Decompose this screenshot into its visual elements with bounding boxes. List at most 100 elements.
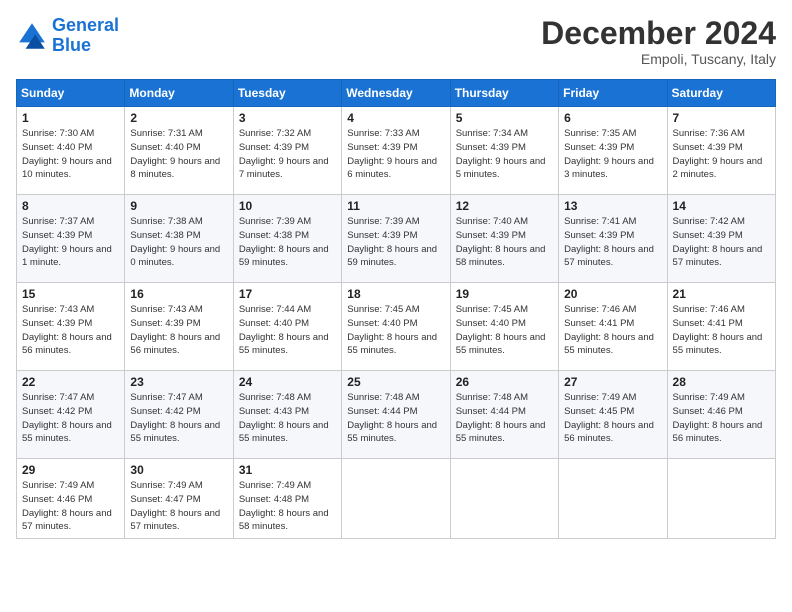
logo-text: General Blue — [52, 16, 119, 56]
calendar-day-cell: 2Sunrise: 7:31 AMSunset: 4:40 PMDaylight… — [125, 107, 233, 195]
weekday-header: Tuesday — [233, 80, 341, 107]
day-info: Sunrise: 7:39 AMSunset: 4:38 PMDaylight:… — [239, 215, 336, 270]
calendar-day-cell: 26 Sunrise: 7:48 AMSunset: 4:44 PMDayligh… — [450, 371, 558, 459]
day-number: 12 — [456, 199, 553, 213]
calendar-day-cell: 24 Sunrise: 7:48 AMSunset: 4:43 PMDayligh… — [233, 371, 341, 459]
calendar-day-cell: 9 Sunrise: 7:38 AMSunset: 4:38 PMDaylight… — [125, 195, 233, 283]
day-info: Sunrise: 7:49 AMSunset: 4:45 PMDaylight:… — [564, 391, 661, 446]
calendar-week-row: 1 Sunrise: 7:30 AMSunset: 4:40 PMDaylight… — [17, 107, 776, 195]
day-number: 27 — [564, 375, 661, 389]
calendar-day-cell: 14 Sunrise: 7:42 AMSunset: 4:39 PMDayligh… — [667, 195, 775, 283]
day-info: Sunrise: 7:48 AMSunset: 4:44 PMDaylight:… — [456, 391, 553, 446]
calendar-day-cell: 3Sunrise: 7:32 AMSunset: 4:39 PMDaylight… — [233, 107, 341, 195]
day-info: Sunrise: 7:49 AMSunset: 4:46 PMDaylight:… — [22, 479, 119, 534]
logo-line2: Blue — [52, 35, 91, 55]
calendar-day-cell: 13 Sunrise: 7:41 AMSunset: 4:39 PMDayligh… — [559, 195, 667, 283]
day-number: 17 — [239, 287, 336, 301]
day-info: Sunrise: 7:43 AMSunset: 4:39 PMDaylight:… — [130, 303, 227, 358]
day-number: 18 — [347, 287, 444, 301]
day-number: 16 — [130, 287, 227, 301]
calendar-day-cell — [559, 459, 667, 539]
day-info: Sunrise: 7:46 AMSunset: 4:41 PMDaylight:… — [564, 303, 661, 358]
day-number: 13 — [564, 199, 661, 213]
day-info: Sunrise: 7:49 AMSunset: 4:48 PMDaylight:… — [239, 479, 336, 534]
calendar-table: SundayMondayTuesdayWednesdayThursdayFrid… — [16, 79, 776, 539]
calendar-day-cell: 10 Sunrise: 7:39 AMSunset: 4:38 PMDayligh… — [233, 195, 341, 283]
day-info: Sunrise: 7:48 AMSunset: 4:44 PMDaylight:… — [347, 391, 444, 446]
day-number: 14 — [673, 199, 770, 213]
calendar-day-cell: 17 Sunrise: 7:44 AMSunset: 4:40 PMDayligh… — [233, 283, 341, 371]
day-number: 28 — [673, 375, 770, 389]
title-area: December 2024 Empoli, Tuscany, Italy — [541, 16, 776, 67]
calendar-body: 1 Sunrise: 7:30 AMSunset: 4:40 PMDaylight… — [17, 107, 776, 539]
calendar-day-cell: 7 Sunrise: 7:36 AMSunset: 4:39 PMDaylight… — [667, 107, 775, 195]
day-number: 21 — [673, 287, 770, 301]
day-number: 30 — [130, 463, 227, 477]
calendar-day-cell: 1 Sunrise: 7:30 AMSunset: 4:40 PMDaylight… — [17, 107, 125, 195]
logo-icon — [16, 20, 48, 52]
day-number: 9 — [130, 199, 227, 213]
day-number: 23 — [130, 375, 227, 389]
calendar-day-cell: 15 Sunrise: 7:43 AMSunset: 4:39 PMDayligh… — [17, 283, 125, 371]
weekday-header: Wednesday — [342, 80, 450, 107]
day-info: Sunrise: 7:34 AMSunset: 4:39 PMDaylight:… — [456, 127, 553, 182]
page-header: General Blue December 2024 Empoli, Tusca… — [16, 16, 776, 67]
logo: General Blue — [16, 16, 119, 56]
day-info: Sunrise: 7:43 AMSunset: 4:39 PMDaylight:… — [22, 303, 119, 358]
calendar-week-row: 8Sunrise: 7:37 AMSunset: 4:39 PMDaylight… — [17, 195, 776, 283]
day-info: Sunrise: 7:49 AMSunset: 4:46 PMDaylight:… — [673, 391, 770, 446]
calendar-day-cell: 5Sunrise: 7:34 AMSunset: 4:39 PMDaylight… — [450, 107, 558, 195]
calendar-day-cell — [342, 459, 450, 539]
calendar-day-cell: 20 Sunrise: 7:46 AMSunset: 4:41 PMDayligh… — [559, 283, 667, 371]
day-number: 22 — [22, 375, 119, 389]
calendar-day-cell: 25 Sunrise: 7:48 AMSunset: 4:44 PMDayligh… — [342, 371, 450, 459]
day-info: Sunrise: 7:45 AMSunset: 4:40 PMDaylight:… — [347, 303, 444, 358]
day-info: Sunrise: 7:30 AMSunset: 4:40 PMDaylight:… — [22, 127, 119, 182]
calendar-day-cell: 18 Sunrise: 7:45 AMSunset: 4:40 PMDayligh… — [342, 283, 450, 371]
calendar-day-cell: 23Sunrise: 7:47 AMSunset: 4:42 PMDayligh… — [125, 371, 233, 459]
day-number: 1 — [22, 111, 119, 125]
day-info: Sunrise: 7:49 AMSunset: 4:47 PMDaylight:… — [130, 479, 227, 534]
calendar-day-cell: 29 Sunrise: 7:49 AMSunset: 4:46 PMDayligh… — [17, 459, 125, 539]
day-number: 8 — [22, 199, 119, 213]
day-number: 7 — [673, 111, 770, 125]
weekday-row: SundayMondayTuesdayWednesdayThursdayFrid… — [17, 80, 776, 107]
calendar-week-row: 22Sunrise: 7:47 AMSunset: 4:42 PMDayligh… — [17, 371, 776, 459]
calendar-day-cell: 8Sunrise: 7:37 AMSunset: 4:39 PMDaylight… — [17, 195, 125, 283]
day-number: 26 — [456, 375, 553, 389]
calendar-day-cell: 31 Sunrise: 7:49 AMSunset: 4:48 PMDayligh… — [233, 459, 341, 539]
day-info: Sunrise: 7:48 AMSunset: 4:43 PMDaylight:… — [239, 391, 336, 446]
day-info: Sunrise: 7:46 AMSunset: 4:41 PMDaylight:… — [673, 303, 770, 358]
day-number: 29 — [22, 463, 119, 477]
weekday-header: Thursday — [450, 80, 558, 107]
day-number: 10 — [239, 199, 336, 213]
calendar-week-row: 15 Sunrise: 7:43 AMSunset: 4:39 PMDayligh… — [17, 283, 776, 371]
calendar-day-cell: 11Sunrise: 7:39 AMSunset: 4:39 PMDayligh… — [342, 195, 450, 283]
day-number: 2 — [130, 111, 227, 125]
day-number: 11 — [347, 199, 444, 213]
day-info: Sunrise: 7:42 AMSunset: 4:39 PMDaylight:… — [673, 215, 770, 270]
calendar-day-cell: 28 Sunrise: 7:49 AMSunset: 4:46 PMDayligh… — [667, 371, 775, 459]
calendar-header: SundayMondayTuesdayWednesdayThursdayFrid… — [17, 80, 776, 107]
weekday-header: Saturday — [667, 80, 775, 107]
day-number: 20 — [564, 287, 661, 301]
month-title: December 2024 — [541, 16, 776, 51]
calendar-day-cell — [450, 459, 558, 539]
day-info: Sunrise: 7:36 AMSunset: 4:39 PMDaylight:… — [673, 127, 770, 182]
calendar-day-cell: 6Sunrise: 7:35 AMSunset: 4:39 PMDaylight… — [559, 107, 667, 195]
day-info: Sunrise: 7:41 AMSunset: 4:39 PMDaylight:… — [564, 215, 661, 270]
day-info: Sunrise: 7:38 AMSunset: 4:38 PMDaylight:… — [130, 215, 227, 270]
day-number: 24 — [239, 375, 336, 389]
day-number: 4 — [347, 111, 444, 125]
weekday-header: Monday — [125, 80, 233, 107]
day-number: 3 — [239, 111, 336, 125]
calendar-day-cell: 22Sunrise: 7:47 AMSunset: 4:42 PMDayligh… — [17, 371, 125, 459]
calendar-day-cell: 12 Sunrise: 7:40 AMSunset: 4:39 PMDayligh… — [450, 195, 558, 283]
day-info: Sunrise: 7:40 AMSunset: 4:39 PMDaylight:… — [456, 215, 553, 270]
day-number: 31 — [239, 463, 336, 477]
day-number: 25 — [347, 375, 444, 389]
day-info: Sunrise: 7:44 AMSunset: 4:40 PMDaylight:… — [239, 303, 336, 358]
calendar-day-cell: 30 Sunrise: 7:49 AMSunset: 4:47 PMDayligh… — [125, 459, 233, 539]
calendar-day-cell: 19Sunrise: 7:45 AMSunset: 4:40 PMDayligh… — [450, 283, 558, 371]
day-number: 15 — [22, 287, 119, 301]
